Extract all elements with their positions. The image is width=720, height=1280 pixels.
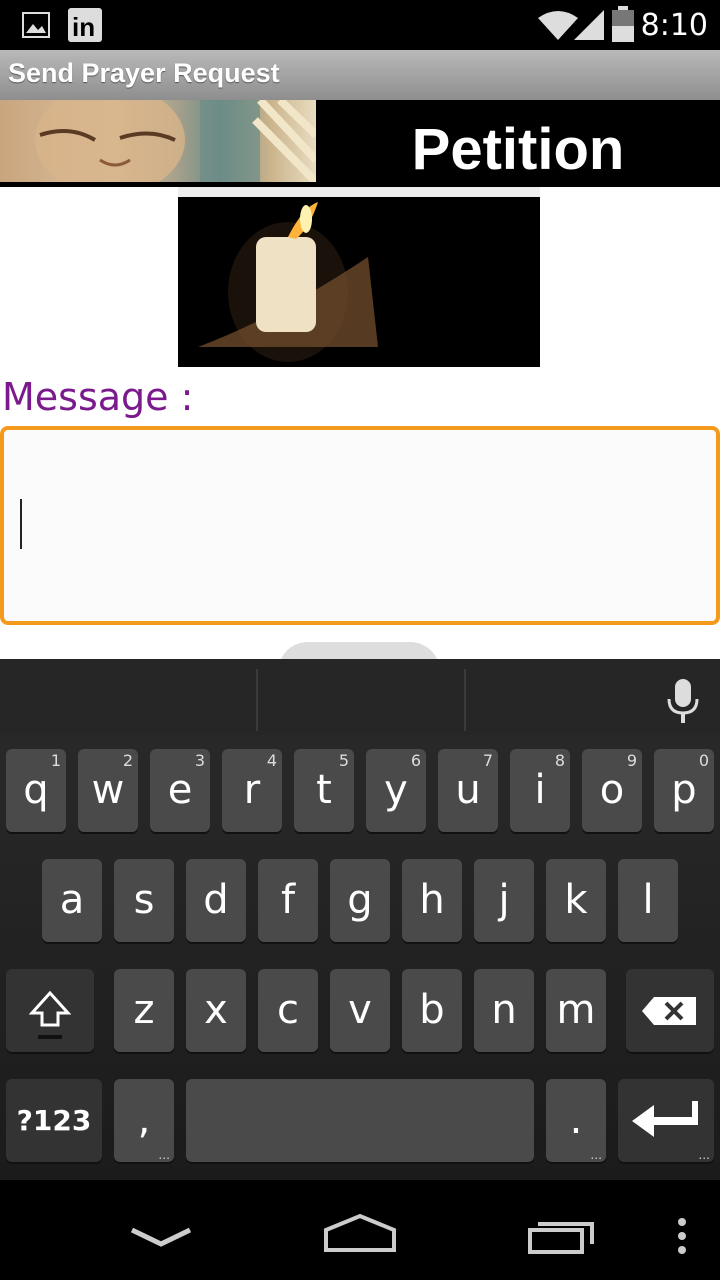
key-label: k [564, 877, 588, 923]
key-t[interactable]: t5 [294, 749, 354, 832]
key-e[interactable]: e3 [150, 749, 210, 832]
overflow-menu-icon[interactable] [676, 1216, 688, 1256]
page-title: Petition [411, 117, 625, 182]
suggestion-strip [0, 659, 720, 735]
space-key[interactable] [186, 1079, 534, 1162]
comma-more-dots: ... [158, 1146, 170, 1162]
key-alt-digit: 7 [482, 751, 493, 770]
key-label: j [498, 877, 510, 923]
status-bar: in 8:10 [0, 0, 720, 50]
microphone-icon[interactable] [666, 679, 700, 723]
recent-apps-icon[interactable] [526, 1216, 598, 1256]
symbols-key-label: ?123 [16, 1104, 92, 1137]
key-l[interactable]: l [618, 859, 678, 942]
key-g[interactable]: g [330, 859, 390, 942]
text-cursor [20, 499, 22, 549]
key-u[interactable]: u7 [438, 749, 498, 832]
soft-keyboard: ?123 , ... . ... ... q1w2e3r4t5y6u7i8o9p… [0, 659, 720, 1180]
key-c[interactable]: c [258, 969, 318, 1052]
backspace-icon [642, 997, 696, 1025]
comma-key[interactable]: , ... [114, 1079, 174, 1162]
period-more-dots: ... [590, 1146, 602, 1162]
key-label: c [277, 987, 299, 1033]
key-alt-digit: 3 [194, 751, 205, 770]
message-label: Message : [2, 375, 194, 419]
key-m[interactable]: m [546, 969, 606, 1052]
key-label: a [59, 877, 85, 923]
key-label: x [204, 987, 228, 1033]
key-d[interactable]: d [186, 859, 246, 942]
shift-icon [28, 990, 72, 1039]
shift-key[interactable] [6, 969, 94, 1052]
key-alt-digit: 1 [50, 751, 61, 770]
key-label: l [642, 877, 654, 923]
key-label: s [133, 877, 155, 923]
key-alt-digit: 4 [266, 751, 277, 770]
key-z[interactable]: z [114, 969, 174, 1052]
key-a[interactable]: a [42, 859, 102, 942]
key-label: h [419, 877, 445, 923]
key-label: g [347, 877, 373, 923]
key-y[interactable]: y6 [366, 749, 426, 832]
battery-icon [612, 6, 634, 42]
key-f[interactable]: f [258, 859, 318, 942]
period-key[interactable]: . ... [546, 1079, 606, 1162]
wifi-icon [538, 11, 578, 40]
key-p[interactable]: p0 [654, 749, 714, 832]
navigation-bar [0, 1180, 720, 1280]
svg-text:in: in [72, 12, 95, 42]
key-label: f [280, 877, 296, 923]
delete-key[interactable] [626, 969, 714, 1052]
symbols-key[interactable]: ?123 [6, 1079, 102, 1162]
header-banner: Petition [0, 100, 720, 187]
key-j[interactable]: j [474, 859, 534, 942]
gallery-notification-icon [22, 12, 50, 38]
key-k[interactable]: k [546, 859, 606, 942]
key-h[interactable]: h [402, 859, 462, 942]
enter-key[interactable]: ... [618, 1079, 714, 1162]
madonna-image [0, 100, 316, 182]
key-alt-digit: 8 [554, 751, 565, 770]
home-icon[interactable] [322, 1212, 398, 1252]
key-x[interactable]: x [186, 969, 246, 1052]
key-s[interactable]: s [114, 859, 174, 942]
key-i[interactable]: i8 [510, 749, 570, 832]
key-alt-digit: 2 [122, 751, 133, 770]
enter-more-dots: ... [698, 1146, 710, 1162]
message-input[interactable] [0, 426, 720, 625]
key-v[interactable]: v [330, 969, 390, 1052]
signal-icon [574, 10, 604, 40]
key-q[interactable]: q1 [6, 749, 66, 832]
key-n[interactable]: n [474, 969, 534, 1052]
key-w[interactable]: w2 [78, 749, 138, 832]
app-title-bar: Send Prayer Request [0, 50, 720, 100]
key-label: z [133, 987, 155, 1033]
key-label: n [491, 987, 517, 1033]
key-alt-digit: 9 [626, 751, 637, 770]
key-label: m [556, 987, 596, 1033]
key-b[interactable]: b [402, 969, 462, 1052]
key-o[interactable]: o9 [582, 749, 642, 832]
content-area: Message : [0, 187, 720, 672]
linkedin-notification-icon: in [68, 8, 102, 42]
hide-keyboard-icon[interactable] [130, 1226, 192, 1248]
clock: 8:10 [640, 8, 708, 43]
key-alt-digit: 5 [338, 751, 349, 770]
key-r[interactable]: r4 [222, 749, 282, 832]
candle-image [178, 187, 540, 367]
app-title: Send Prayer Request [8, 58, 280, 88]
key-label: v [348, 987, 372, 1033]
key-alt-digit: 0 [698, 751, 709, 770]
key-label: b [419, 987, 445, 1033]
key-label: d [203, 877, 229, 923]
key-alt-digit: 6 [410, 751, 421, 770]
